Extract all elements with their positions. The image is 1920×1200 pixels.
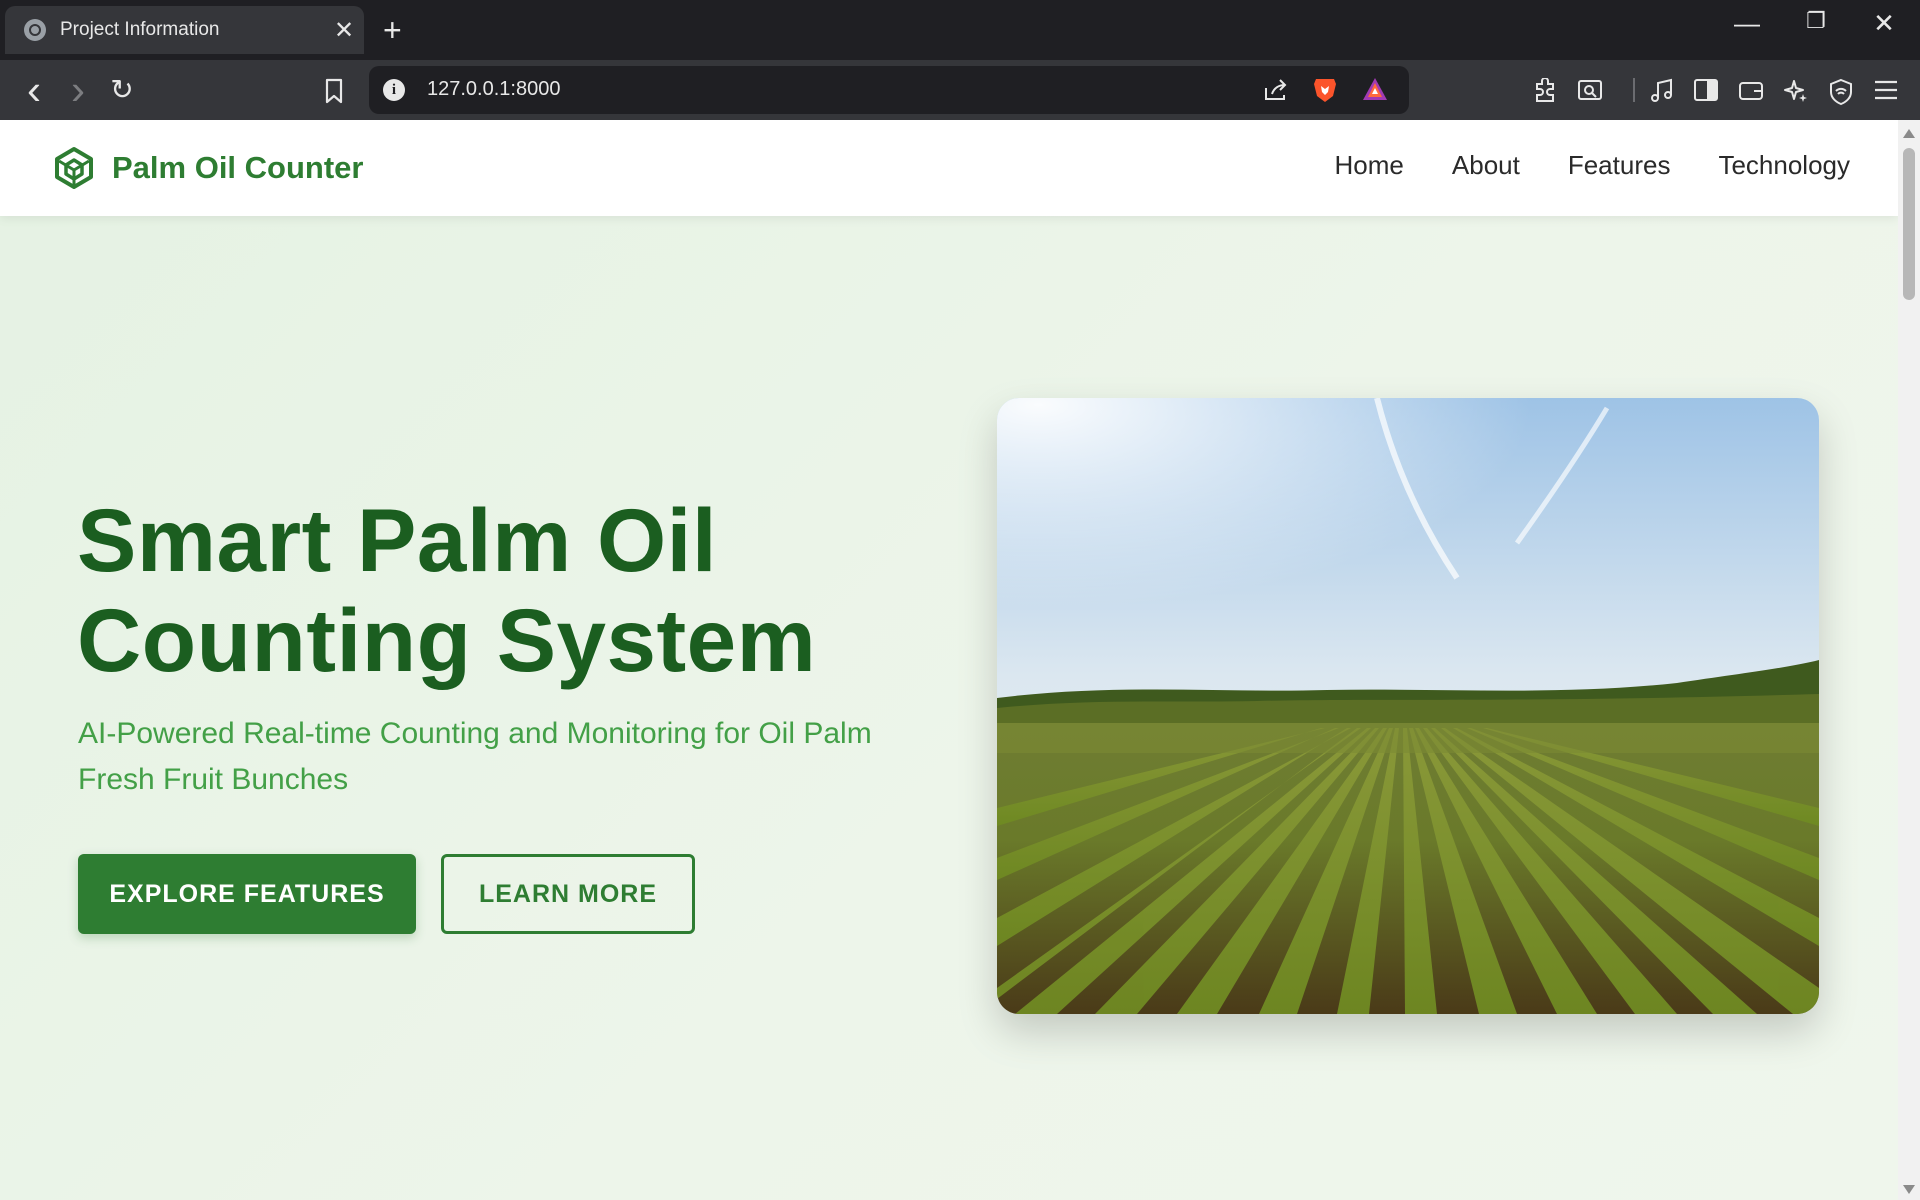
back-button[interactable]: ‹: [16, 69, 52, 111]
wallet-icon[interactable]: [1737, 78, 1765, 102]
scroll-up-arrow-icon[interactable]: [1903, 129, 1915, 138]
media-icon[interactable]: [1648, 78, 1676, 102]
hero-subtitle: AI-Powered Real-time Counting and Monito…: [78, 717, 872, 796]
cube-logo-icon: [55, 147, 93, 189]
nav-link-features[interactable]: Features: [1568, 150, 1671, 181]
farm-field-image: [997, 398, 1819, 1014]
nav-link-home[interactable]: Home: [1335, 150, 1404, 181]
reload-button[interactable]: ↻: [104, 74, 140, 106]
leo-ai-icon[interactable]: [1782, 78, 1810, 102]
nav-link-technology[interactable]: Technology: [1718, 150, 1850, 181]
vpn-icon[interactable]: [1827, 78, 1855, 106]
scroll-down-arrow-icon[interactable]: [1903, 1185, 1915, 1194]
extensions-icon[interactable]: [1531, 77, 1559, 102]
nav-link-about[interactable]: About: [1452, 150, 1520, 181]
browser-tab[interactable]: Project Information ✕: [5, 6, 364, 54]
hero-title: Smart Palm Oil Counting System: [77, 490, 957, 690]
menu-icon[interactable]: [1872, 78, 1900, 102]
forward-button[interactable]: ›: [60, 69, 96, 111]
brand-name: Palm Oil Counter: [112, 150, 364, 185]
share-icon[interactable]: [1262, 78, 1290, 102]
screenshot-icon[interactable]: [1576, 78, 1604, 102]
url-text[interactable]: 127.0.0.1:8000: [427, 78, 560, 101]
sidebar-icon[interactable]: [1692, 78, 1720, 102]
hero-title-line1: Smart Palm Oil: [77, 490, 718, 590]
page-viewport: Palm Oil Counter Home About Features Tec…: [0, 120, 1898, 1200]
browser-tab-strip: Project Information ✕ + — ❐ ✕: [0, 0, 1920, 60]
globe-icon: [24, 19, 46, 41]
bookmark-icon[interactable]: [320, 78, 348, 104]
brand[interactable]: Palm Oil Counter: [52, 146, 363, 190]
tab-close-icon[interactable]: ✕: [324, 16, 364, 45]
tab-title: Project Information: [60, 19, 220, 40]
learn-more-button[interactable]: LEARN MORE: [441, 854, 695, 934]
brave-shields-icon[interactable]: [1311, 76, 1339, 102]
main-nav: Home About Features Technology: [1335, 150, 1850, 181]
browser-toolbar: ‹ › ↻ i 127.0.0.1:8000: [0, 60, 1920, 120]
hero-title-line2: Counting System: [77, 590, 817, 690]
site-info-icon[interactable]: i: [383, 79, 405, 101]
minimize-button[interactable]: —: [1727, 8, 1767, 39]
site-navbar: Palm Oil Counter Home About Features Tec…: [0, 120, 1898, 216]
restore-button[interactable]: ❐: [1796, 8, 1836, 34]
close-window-button[interactable]: ✕: [1864, 8, 1904, 39]
explore-features-button[interactable]: EXPLORE FEATURES: [78, 854, 416, 934]
new-tab-button[interactable]: +: [383, 12, 402, 48]
separator: [1620, 78, 1648, 102]
scrollbar-thumb[interactable]: [1903, 148, 1915, 300]
address-bar[interactable]: i 127.0.0.1:8000: [369, 66, 1409, 114]
brave-rewards-icon[interactable]: [1361, 76, 1389, 100]
page-scrollbar[interactable]: [1898, 120, 1920, 1200]
